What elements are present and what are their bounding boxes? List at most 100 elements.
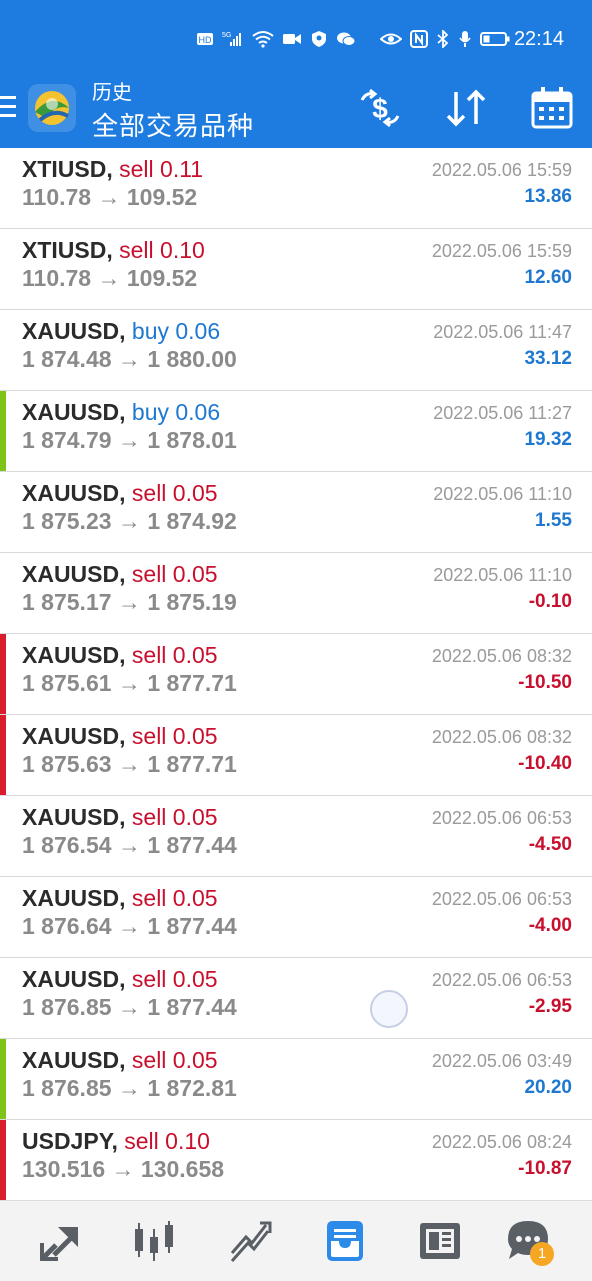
trade-profit: -10.50 [518, 672, 572, 693]
trade-profit: 13.86 [524, 186, 572, 207]
trade-symbol: XAUUSD, buy 0.06 [22, 399, 220, 426]
shield-icon [312, 31, 326, 47]
history-icon[interactable] [321, 1217, 369, 1265]
trade-symbol: XAUUSD, sell 0.05 [22, 561, 218, 588]
trade-prices: 1 875.61 → 1 877.71 [22, 670, 237, 697]
arrow-icon: → [117, 751, 141, 777]
symbol-name: USDJPY, [22, 1128, 118, 1154]
status-bar: HD 5G 22:14 [0, 0, 592, 70]
app-bar: 历史 全部交易品种 $ [0, 70, 592, 148]
open-price: 1 875.63 [22, 751, 112, 777]
sort-icon[interactable] [442, 84, 490, 132]
trade-prices: 1 876.54 → 1 877.44 [22, 832, 237, 859]
arrow-icon: → [117, 589, 141, 615]
chat-icon [337, 32, 356, 46]
svg-text:$: $ [372, 93, 388, 124]
arrow-icon: → [117, 832, 141, 858]
chart-icon[interactable] [130, 1217, 178, 1265]
trade-row[interactable]: XTIUSD, sell 0.10 110.78 → 109.52 2022.05.… [0, 229, 592, 310]
trade-row[interactable]: XAUUSD, sell 0.05 1 875.17 → 1 875.19 2022… [0, 553, 592, 634]
arrow-icon: → [117, 994, 141, 1020]
symbol-name: XAUUSD, [22, 480, 126, 506]
trade-status-marker [0, 715, 6, 795]
eye-icon [380, 33, 402, 45]
close-price: 1 877.44 [147, 994, 237, 1020]
symbol-name: XAUUSD, [22, 723, 126, 749]
trade-row[interactable]: USDJPY, sell 0.10 130.516 → 130.658 2022.0… [0, 1120, 592, 1200]
trade-side: buy 0.06 [131, 399, 221, 425]
trade-profit: 12.60 [524, 267, 572, 288]
trade-side: sell 0.05 [131, 966, 218, 992]
svg-text:HD: HD [199, 35, 212, 45]
trade-row[interactable]: XTIUSD, sell 0.11 110.78 → 109.52 2022.05.… [0, 148, 592, 229]
close-price: 1 877.44 [147, 913, 237, 939]
close-price: 1 877.71 [147, 751, 237, 777]
trade-status-marker [0, 1039, 6, 1119]
trade-icon[interactable] [226, 1217, 274, 1265]
trade-side: sell 0.05 [131, 480, 218, 506]
trade-symbol: USDJPY, sell 0.10 [22, 1128, 210, 1155]
calendar-icon[interactable] [528, 84, 576, 132]
trade-history-list[interactable]: XTIUSD, sell 0.11 110.78 → 109.52 2022.05.… [0, 148, 592, 1200]
news-icon[interactable] [416, 1217, 464, 1265]
symbol-name: XAUUSD, [22, 885, 126, 911]
open-price: 110.78 [22, 265, 92, 291]
open-price: 1 876.54 [22, 832, 112, 858]
trade-row[interactable]: XAUUSD, sell 0.05 1 875.63 → 1 877.71 2022… [0, 715, 592, 796]
trade-time: 2022.05.06 11:10 [433, 565, 572, 585]
open-price: 1 875.61 [22, 670, 112, 696]
trade-row[interactable]: XAUUSD, buy 0.06 1 874.48 → 1 880.00 2022.… [0, 310, 592, 391]
arrow-icon: → [111, 1156, 135, 1182]
trade-profit: 1.55 [535, 510, 572, 531]
arrow-icon: → [117, 508, 141, 534]
trade-row[interactable]: XAUUSD, sell 0.05 1 876.64 → 1 877.44 2022… [0, 877, 592, 958]
trade-time: 2022.05.06 06:53 [431, 970, 572, 990]
trade-row[interactable]: XAUUSD, sell 0.05 1 876.54 → 1 877.44 2022… [0, 796, 592, 877]
trade-prices: 110.78 → 109.52 [22, 265, 197, 292]
symbol-name: XAUUSD, [22, 318, 126, 344]
trade-symbol: XAUUSD, sell 0.05 [22, 804, 218, 831]
trade-symbol: XTIUSD, sell 0.10 [22, 237, 205, 264]
currency-exchange-icon[interactable]: $ [356, 84, 404, 132]
nfc-icon [410, 30, 428, 48]
trade-row[interactable]: XAUUSD, sell 0.05 1 875.23 → 1 874.92 2022… [0, 472, 592, 553]
bluetooth-icon [437, 30, 449, 48]
open-price: 1 875.23 [22, 508, 112, 534]
trade-profit: 19.32 [524, 429, 572, 450]
open-price: 1 876.85 [22, 1075, 112, 1101]
close-price: 109.52 [126, 265, 198, 291]
menu-icon[interactable] [0, 92, 16, 122]
trade-status-marker [0, 634, 6, 714]
arrow-icon: → [117, 346, 141, 372]
trade-side: sell 0.10 [119, 237, 205, 263]
trade-prices: 110.78 → 109.52 [22, 184, 197, 211]
trade-prices: 1 876.64 → 1 877.44 [22, 913, 237, 940]
status-time: 22:14 [513, 28, 564, 50]
trade-symbol: XAUUSD, sell 0.05 [22, 966, 218, 993]
trade-time: 2022.05.06 03:49 [431, 1051, 572, 1071]
wifi-icon [252, 31, 274, 48]
trade-symbol: XAUUSD, buy 0.06 [22, 318, 220, 345]
symbol-filter-title[interactable]: 全部交易品种 [92, 106, 254, 143]
close-price: 1 872.81 [147, 1075, 237, 1101]
trade-prices: 1 875.63 → 1 877.71 [22, 751, 237, 778]
trade-row[interactable]: XAUUSD, sell 0.05 1 876.85 → 1 877.44 2022… [0, 958, 592, 1039]
trade-time: 2022.05.06 06:53 [431, 889, 572, 909]
trade-time: 2022.05.06 08:24 [431, 1132, 572, 1152]
trade-row[interactable]: XAUUSD, buy 0.06 1 874.79 → 1 878.01 2022.… [0, 391, 592, 472]
quotes-icon[interactable] [36, 1217, 84, 1265]
trade-profit: -2.95 [528, 996, 572, 1017]
close-price: 1 875.19 [147, 589, 237, 615]
bottom-nav [0, 1200, 592, 1281]
open-price: 1 876.64 [22, 913, 112, 939]
trade-time: 2022.05.06 15:59 [431, 160, 572, 180]
trade-symbol: XAUUSD, sell 0.05 [22, 480, 218, 507]
trade-row[interactable]: XAUUSD, sell 0.05 1 875.61 → 1 877.71 2022… [0, 634, 592, 715]
battery-icon [480, 32, 510, 46]
trade-status-marker [0, 391, 6, 471]
symbol-name: XAUUSD, [22, 399, 126, 425]
status-icons: HD 5G [196, 30, 510, 48]
open-price: 130.516 [22, 1156, 106, 1182]
trade-time: 2022.05.06 15:59 [431, 241, 572, 261]
trade-row[interactable]: XAUUSD, sell 0.05 1 876.85 → 1 872.81 2022… [0, 1039, 592, 1120]
